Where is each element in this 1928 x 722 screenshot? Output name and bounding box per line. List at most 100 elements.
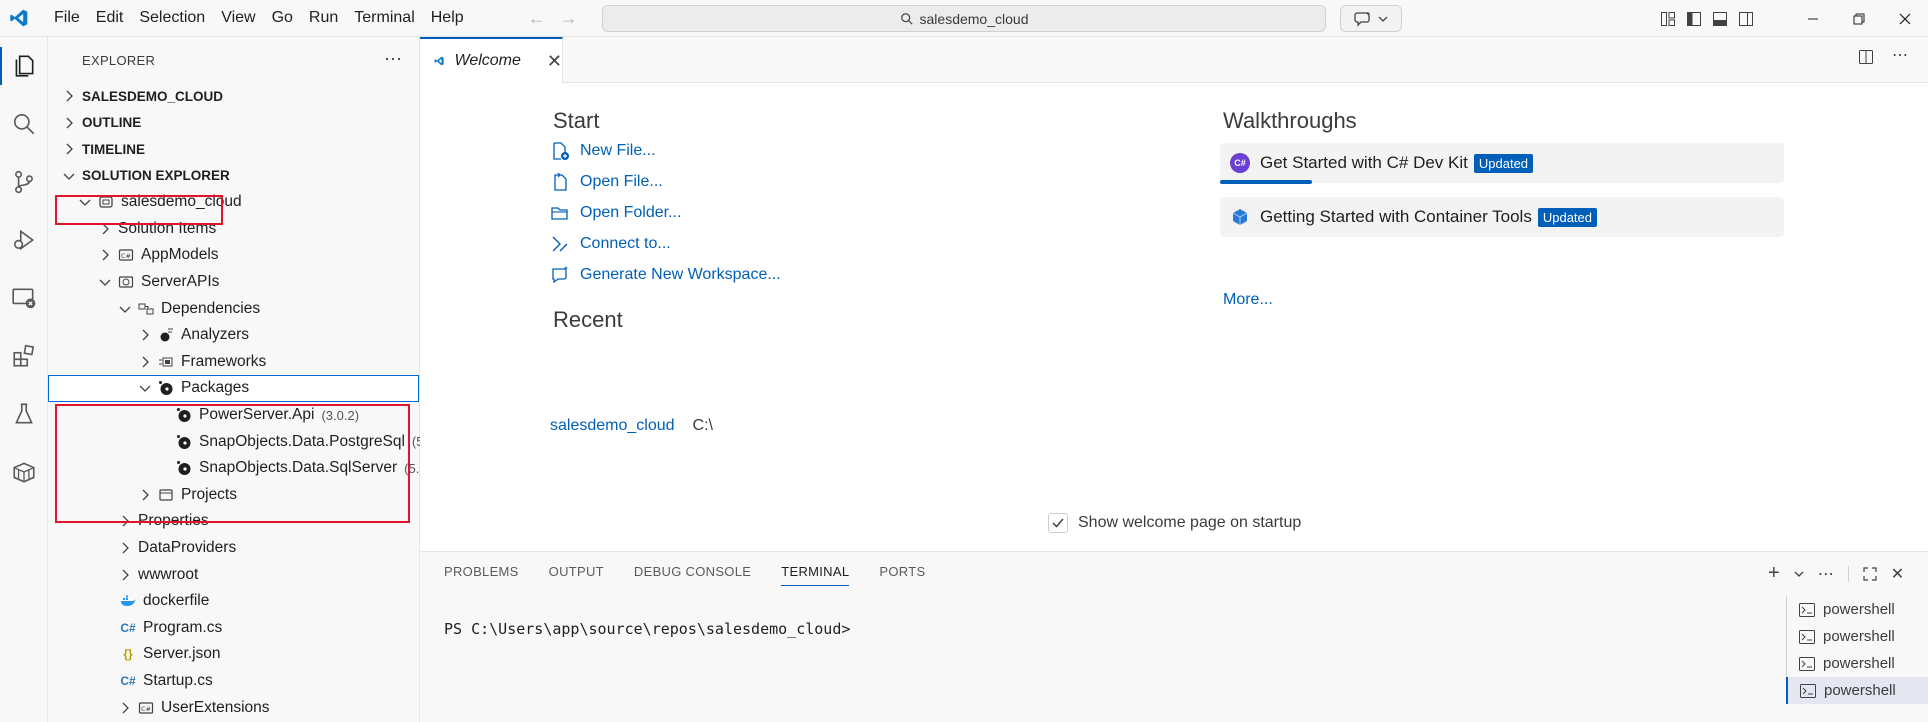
customize-layout-icon[interactable] bbox=[1660, 11, 1676, 27]
search-text: salesdemo_cloud bbox=[919, 10, 1029, 27]
tree-item-dependencies[interactable]: Dependencies bbox=[48, 295, 419, 322]
source-control-icon[interactable] bbox=[0, 153, 48, 211]
menu-help[interactable]: Help bbox=[423, 5, 472, 31]
terminal-instance[interactable]: powershell bbox=[1786, 623, 1928, 650]
navigation-arrows: ← → bbox=[528, 8, 578, 29]
tree-item-dataproviders[interactable]: DataProviders bbox=[48, 535, 419, 562]
minimize-icon[interactable] bbox=[1790, 0, 1836, 37]
explorer-icon[interactable] bbox=[0, 37, 48, 95]
walkthrough-card-csharp[interactable]: C# Get Started with C# Dev Kit Updated bbox=[1220, 143, 1784, 184]
editor-actions: ⋯ bbox=[1858, 48, 1908, 65]
svg-text:C#: C# bbox=[141, 705, 151, 713]
open-file-link[interactable]: Open File... bbox=[550, 172, 663, 192]
csharp-devkit-icon: C# bbox=[1230, 153, 1250, 173]
maximize-panel-icon[interactable] bbox=[1863, 566, 1877, 581]
terminal-instance[interactable]: powershell bbox=[1786, 650, 1928, 677]
tree-item-label: salesdemo_cloud bbox=[121, 193, 242, 211]
menu-selection[interactable]: Selection bbox=[131, 5, 213, 31]
chevron-right-icon bbox=[66, 117, 73, 129]
vscode-logo-icon bbox=[434, 56, 444, 66]
tree-item-solution-items[interactable]: Solution Items bbox=[48, 216, 419, 243]
terminal-instance[interactable]: powershell bbox=[1786, 596, 1928, 623]
tree-item-solution[interactable]: salesdemo_cloud bbox=[48, 189, 419, 216]
tree-item-packages[interactable]: Packages bbox=[48, 375, 419, 402]
tree-item-frameworks[interactable]: Frameworks bbox=[48, 349, 419, 376]
connect-to-link[interactable]: Connect to... bbox=[550, 234, 671, 254]
container-tools-icon[interactable] bbox=[0, 443, 48, 501]
toggle-secondary-sidebar-icon[interactable] bbox=[1738, 11, 1754, 27]
more-actions-icon[interactable]: ⋯ bbox=[1892, 48, 1908, 65]
forward-arrow-icon[interactable]: → bbox=[560, 8, 578, 29]
tab-problems[interactable]: PROBLEMS bbox=[444, 564, 519, 586]
walkthrough-card-container-tools[interactable]: Getting Started with Container Tools Upd… bbox=[1220, 197, 1784, 237]
framework-icon bbox=[158, 354, 174, 370]
vscode-logo-icon bbox=[0, 0, 38, 37]
menu-go[interactable]: Go bbox=[264, 5, 301, 31]
open-file-icon bbox=[554, 172, 567, 191]
tree-item-projects[interactable]: Projects bbox=[48, 482, 419, 509]
tab-terminal[interactable]: TERMINAL bbox=[781, 564, 850, 586]
testing-flask-icon[interactable] bbox=[0, 385, 48, 443]
run-debug-icon[interactable] bbox=[0, 211, 48, 269]
chevron-down-icon[interactable] bbox=[1794, 569, 1804, 579]
tree-item-package-sqlserver[interactable]: SnapObjects.Data.SqlServer (5.0.2) bbox=[48, 455, 442, 482]
menu-view[interactable]: View bbox=[213, 5, 263, 31]
tree-item-dockerfile[interactable]: dockerfile bbox=[48, 588, 419, 615]
search-view-icon[interactable] bbox=[0, 95, 48, 153]
tab-output[interactable]: OUTPUT bbox=[549, 564, 604, 586]
open-folder-link[interactable]: Open Folder... bbox=[550, 203, 681, 223]
sidebar-title: EXPLORER bbox=[82, 52, 156, 68]
menu-file[interactable]: File bbox=[46, 5, 88, 31]
toggle-primary-sidebar-icon[interactable] bbox=[1686, 11, 1702, 27]
section-solution-explorer[interactable]: SOLUTION EXPLORER bbox=[48, 163, 419, 190]
show-welcome-startup: Show welcome page on startup bbox=[1048, 513, 1301, 533]
tree-item-properties[interactable]: Properties bbox=[48, 508, 419, 535]
more-actions-icon[interactable]: ⋯ bbox=[384, 49, 402, 70]
chevron-down-icon bbox=[63, 173, 75, 180]
tree-item-userextensions[interactable]: C# UserExtensions bbox=[48, 694, 419, 721]
tree-item-package-powerserver-api[interactable]: PowerServer.Api (3.0.2) bbox=[48, 402, 419, 429]
section-timeline[interactable]: TIMELINE bbox=[48, 136, 419, 163]
remote-explorer-icon[interactable] bbox=[0, 269, 48, 327]
tree-item-program-cs[interactable]: C# Program.cs bbox=[48, 615, 419, 642]
updated-badge: Updated bbox=[1473, 153, 1534, 173]
walkthroughs-more-link[interactable]: More... bbox=[1223, 291, 1273, 309]
close-window-icon[interactable] bbox=[1882, 0, 1928, 37]
menu-run[interactable]: Run bbox=[301, 5, 346, 31]
terminal-prompt[interactable]: PS C:\Users\app\source\repos\salesdemo_c… bbox=[444, 620, 850, 638]
start-item-label: Open Folder... bbox=[580, 204, 682, 221]
toggle-panel-icon[interactable] bbox=[1712, 11, 1728, 27]
extensions-icon[interactable] bbox=[0, 327, 48, 385]
tab-debug-console[interactable]: DEBUG CONSOLE bbox=[634, 564, 751, 586]
terminal-instance-active[interactable]: powershell bbox=[1786, 677, 1928, 704]
command-center-search[interactable]: salesdemo_cloud bbox=[602, 5, 1326, 32]
tree-item-package-postgresql[interactable]: SnapObjects.Data.PostgreSql (5.0.2) bbox=[48, 428, 450, 455]
generate-workspace-link[interactable]: Generate New Workspace... bbox=[550, 265, 781, 285]
tree-item-startup-cs[interactable]: C# Startup.cs bbox=[48, 668, 419, 695]
tree-item-appmodels[interactable]: C# AppModels bbox=[48, 242, 419, 269]
tab-welcome[interactable]: Welcome ✕ bbox=[420, 37, 563, 83]
chevron-right-icon bbox=[122, 569, 129, 581]
new-terminal-icon[interactable]: + bbox=[1768, 562, 1780, 585]
show-welcome-checkbox[interactable] bbox=[1048, 513, 1068, 533]
tree-item-serverapis[interactable]: ServerAPIs bbox=[48, 269, 419, 296]
chevron-right-icon bbox=[66, 143, 73, 155]
copilot-chat-button[interactable] bbox=[1340, 5, 1402, 32]
tree-item-analyzers[interactable]: Analyzers bbox=[48, 322, 419, 349]
new-file-link[interactable]: New File... bbox=[550, 141, 656, 161]
menu-terminal[interactable]: Terminal bbox=[346, 5, 422, 31]
terminal-label: powershell bbox=[1823, 601, 1895, 618]
restore-icon[interactable] bbox=[1836, 0, 1882, 37]
tree-item-wwwroot[interactable]: wwwroot bbox=[48, 561, 419, 588]
close-icon[interactable]: ✕ bbox=[547, 51, 562, 72]
section-outline[interactable]: OUTLINE bbox=[48, 110, 419, 137]
close-panel-icon[interactable]: ✕ bbox=[1891, 564, 1904, 584]
section-salesdemo-cloud[interactable]: SALESDEMO_CLOUD bbox=[48, 83, 419, 110]
tab-ports[interactable]: PORTS bbox=[879, 564, 925, 586]
menu-edit[interactable]: Edit bbox=[88, 5, 132, 31]
back-arrow-icon[interactable]: ← bbox=[528, 8, 546, 29]
tree-item-server-json[interactable]: {} Server.json bbox=[48, 641, 419, 668]
split-editor-icon[interactable] bbox=[1858, 49, 1874, 65]
more-actions-icon[interactable]: ⋯ bbox=[1818, 564, 1834, 584]
recent-workspace-link[interactable]: salesdemo_cloud bbox=[550, 417, 675, 435]
